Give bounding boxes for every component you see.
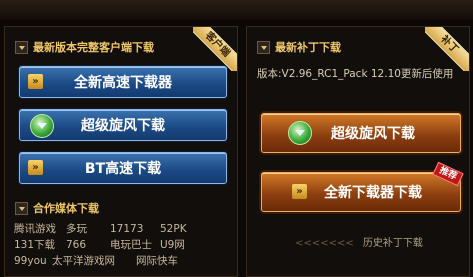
client-title-text: 最新版本完整客户端下载 [33, 41, 154, 54]
media-link[interactable]: 131下载 [14, 237, 66, 253]
media-link[interactable]: 17173 [110, 221, 160, 237]
bt-download-label: BT高速下载 [84, 161, 162, 177]
media-link[interactable]: 99you [14, 253, 52, 269]
media-links: 腾讯游戏 多玩 17173 52PK 131下载 766 电玩巴士 U9网 99… [14, 221, 230, 269]
patch-downloader-label: 全新下载器下载 [324, 185, 422, 201]
whirlwind-icon [30, 114, 54, 138]
top-strip [0, 0, 473, 20]
patch-section-title: 最新补丁下载 [257, 39, 341, 55]
recommend-badge: 推荐 [432, 161, 464, 187]
patch-whirlwind-button[interactable]: 超级旋风下载 [261, 113, 461, 153]
new-downloader-button[interactable]: » 全新高速下载器 [19, 66, 227, 98]
bt-download-button[interactable]: » BT高速下载 [19, 152, 227, 184]
media-link[interactable]: 网际快车 [136, 253, 178, 269]
history-patch-label: 历史补丁下载 [362, 238, 423, 249]
client-ribbon: 客户端 [193, 27, 237, 71]
whirlwind-download-button[interactable]: 超级旋风下载 [19, 109, 227, 141]
client-section-title: 最新版本完整客户端下载 [15, 39, 154, 55]
chevron-down-icon: » [292, 184, 307, 199]
history-decor: <<<<<<< [295, 238, 354, 249]
section-arrow-icon [15, 201, 28, 215]
new-downloader-label: 全新高速下载器 [74, 75, 172, 91]
patch-downloader-button[interactable]: » 全新下载器下载 推荐 [261, 161, 464, 212]
media-link[interactable]: U9网 [160, 237, 185, 253]
media-row: 99you 太平洋游戏网 网际快车 [14, 253, 230, 269]
section-arrow-icon [257, 40, 270, 54]
whirlwind-icon [288, 121, 312, 145]
media-link[interactable]: 766 [66, 237, 110, 253]
media-link[interactable]: 腾讯游戏 [14, 221, 66, 237]
whirlwind-download-label: 超级旋风下载 [81, 118, 165, 134]
history-patch-link[interactable]: <<<<<<< 历史补丁下载 [263, 234, 455, 249]
media-title-text: 合作媒体下载 [33, 202, 99, 215]
media-row: 腾讯游戏 多玩 17173 52PK [14, 221, 230, 237]
media-link[interactable]: 52PK [160, 221, 187, 237]
media-link[interactable]: 多玩 [66, 221, 110, 237]
media-row: 131下载 766 电玩巴士 U9网 [14, 237, 230, 253]
media-link[interactable]: 电玩巴士 [110, 237, 160, 253]
chevron-down-icon: » [28, 74, 43, 89]
patch-ribbon-label: 补丁 [425, 27, 469, 71]
patch-ribbon: 补丁 [425, 27, 469, 71]
media-link[interactable]: 太平洋游戏网 [52, 253, 136, 269]
client-ribbon-label: 客户端 [193, 27, 237, 71]
section-arrow-icon [15, 40, 28, 54]
patch-download-panel: 补丁 最新补丁下载 版本:V2.96_RC1_Pack 12.10更新后使用 超… [246, 26, 470, 277]
media-section-title: 合作媒体下载 [15, 200, 99, 216]
patch-version-text: 版本:V2.96_RC1_Pack 12.10更新后使用 [257, 68, 454, 80]
chevron-down-icon: » [28, 160, 43, 175]
patch-whirlwind-label: 超级旋风下载 [331, 126, 415, 142]
patch-title-text: 最新补丁下载 [275, 41, 341, 54]
